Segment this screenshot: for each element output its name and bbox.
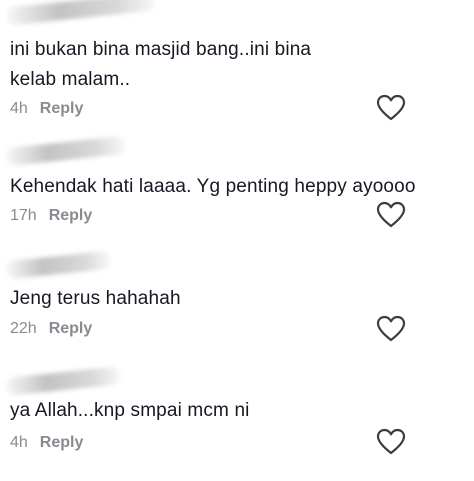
comment-text: ini bukan bina masjid bang..ini bina kel… — [10, 39, 312, 90]
comment-item: ini bukan bina masjid bang..ini bina kel… — [0, 0, 474, 122]
comment-item: Kehendak hati laaaa. Yg penting heppy ay… — [0, 135, 474, 240]
comment-meta: 17h Reply — [10, 207, 92, 225]
heart-outline-icon[interactable] — [376, 94, 406, 122]
comment-text: Jeng terus hahahah — [10, 288, 181, 309]
comment-time: 22h — [10, 320, 37, 337]
comment-list: ini bukan bina masjid bang..ini bina kel… — [0, 0, 474, 481]
reply-button[interactable]: Reply — [40, 100, 84, 117]
comment-item: Jeng terus hahahah 22h Reply — [0, 250, 474, 352]
comment-time: 4h — [10, 100, 28, 117]
comment-meta: 4h Reply — [10, 100, 83, 118]
comment-item: ya Allah...knp smpai mcm ni 4h Reply — [0, 364, 474, 474]
comment-text: ya Allah...knp smpai mcm ni — [10, 400, 250, 421]
heart-outline-icon[interactable] — [376, 428, 406, 456]
comment-meta: 22h Reply — [10, 320, 92, 338]
blurred-username — [5, 366, 122, 396]
reply-button[interactable]: Reply — [40, 434, 84, 451]
reply-button[interactable]: Reply — [49, 320, 93, 337]
comment-time: 4h — [10, 434, 28, 451]
reply-button[interactable]: Reply — [49, 207, 93, 224]
comment-meta: 4h Reply — [10, 434, 83, 452]
heart-outline-icon[interactable] — [376, 201, 406, 229]
blurred-username — [5, 135, 127, 167]
heart-outline-icon[interactable] — [376, 315, 406, 343]
blurred-username — [5, 250, 112, 280]
comment-time: 17h — [10, 207, 37, 224]
blurred-username — [5, 0, 157, 26]
comment-text: Kehendak hati laaaa. Yg penting heppy ay… — [10, 176, 416, 197]
